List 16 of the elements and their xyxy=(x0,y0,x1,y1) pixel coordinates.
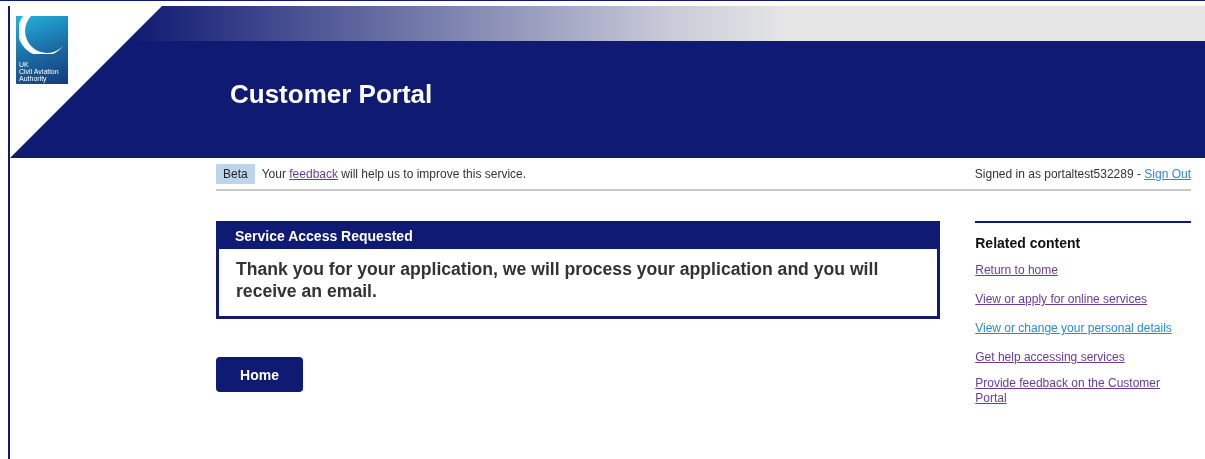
related-link[interactable]: View or change your personal details xyxy=(975,321,1172,336)
related-link[interactable]: Get help accessing services xyxy=(975,350,1125,365)
related-link[interactable]: View or apply for online services xyxy=(975,292,1148,307)
signed-in-text: Signed in as portaltest532289 - xyxy=(974,166,1141,181)
panel-heading: Service Access Requested xyxy=(219,224,938,249)
crescent-icon xyxy=(19,16,65,54)
feedback-message: Your feedback will help us to improve this service. xyxy=(261,166,528,181)
sign-out-link[interactable]: Sign Out xyxy=(1144,166,1191,181)
page-title: Customer Portal xyxy=(230,78,433,110)
related-link[interactable]: Provide feedback on the Customer Portal xyxy=(975,376,1191,406)
related-link[interactable]: Return to home xyxy=(975,263,1058,278)
feedback-link[interactable]: feedback xyxy=(289,166,338,181)
beta-badge: Beta xyxy=(216,163,255,184)
related-heading: Related content xyxy=(975,235,1082,251)
confirmation-message: Thank you for your application, we will process your application and you will receive an email. xyxy=(235,258,880,303)
home-button[interactable]: Home xyxy=(216,357,303,392)
